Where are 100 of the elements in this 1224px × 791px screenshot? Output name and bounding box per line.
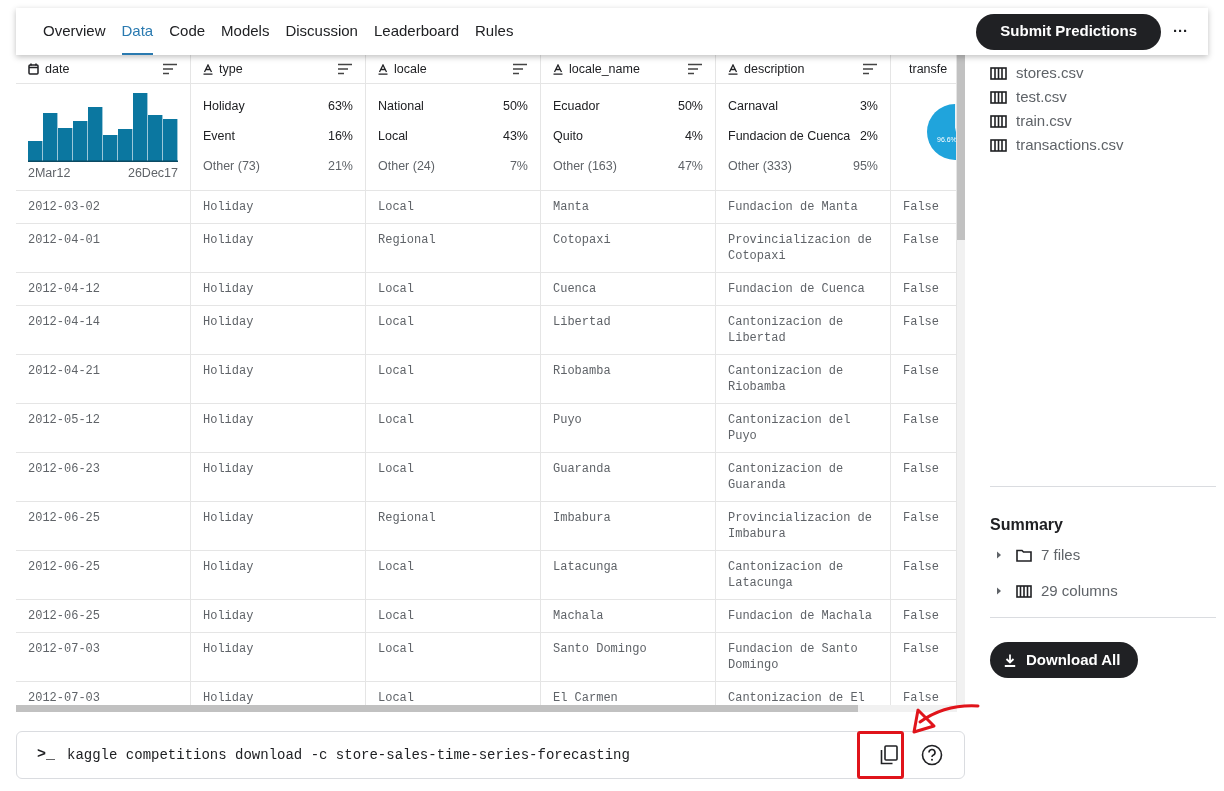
table-cell-text: Fundacion de Santo Domingo [728,641,859,673]
table-cell-text: 2012-04-21 [28,363,101,379]
table-cell-text: False [903,412,940,428]
table-cell-text: Cantonizacion de El [728,690,866,705]
download-all-button[interactable]: Download All [990,642,1139,678]
nav-tab[interactable]: Code [169,8,206,55]
table-cell-text: False [903,232,940,248]
column-header[interactable]: date [16,55,191,83]
sort-icon[interactable] [512,63,528,75]
value-share: 16% [327,128,353,144]
table-cell-text: 2012-04-01 [28,232,101,248]
table-cell-text: 2012-07-03 [28,690,101,705]
table-cell-text: Provincializacion de Cotopaxi [728,232,874,264]
text-type-icon [553,63,563,75]
table-cell-text: Local [378,461,415,477]
sort-icon[interactable] [162,63,178,75]
table-cell-text: Cantonizacion de Latacunga [728,559,845,591]
value-label: National [378,98,424,114]
value-share: 63% [327,98,353,114]
table-cell-text: Holiday [203,510,255,526]
submit-predictions-button[interactable]: Submit Predictions [976,13,1161,50]
summary-item[interactable]: 7 files [990,545,1216,565]
table-cell-text: Cotopaxi [553,232,612,248]
table-cell-text: Machala [553,608,605,624]
table-cell-text: Fundacion de Machala [728,608,874,624]
calendar-icon [28,63,39,75]
table-cell-text: Libertad [553,314,612,330]
table-cell-text: 2012-06-25 [28,559,101,575]
more-button[interactable]: ··· [1173,20,1188,43]
file-item[interactable]: train.csv [990,112,1216,130]
file-item[interactable]: stores.csv [990,64,1216,82]
value-label: Ecuador [553,98,600,114]
value-label: Other (24) [378,158,435,174]
file-item[interactable]: transactions.csv [990,136,1216,154]
command-text: kaggle competitions download -c store-sales-time-series-forecasting [67,745,631,765]
value-share: 47% [677,158,703,174]
range-end-label: 26Dec17 [127,165,178,182]
nav-tab[interactable]: Overview [43,8,106,55]
table-cell-text: Holiday [203,608,255,624]
column-header[interactable]: locale [366,55,541,83]
table-cell-text: False [903,559,940,575]
table-cell-text: Cantonizacion de Libertad [728,314,845,346]
help-icon [921,744,943,766]
file-item[interactable]: test.csv [990,88,1216,106]
value-label: Other (163) [553,158,617,174]
table-cell-text: False [903,510,940,526]
nav-tab[interactable]: Rules [475,8,514,55]
column-header[interactable]: locale_name [541,55,716,83]
sort-icon[interactable] [862,63,878,75]
table-icon [990,138,1007,152]
table-cell-text: 2012-07-03 [28,641,101,657]
table-cell-text: Cantonizacion de Riobamba [728,363,845,395]
table-cell-text: El Carmen [553,690,619,705]
table-icon [1016,584,1032,598]
sort-icon[interactable] [687,63,703,75]
table-cell-text: Holiday [203,281,255,297]
table-cell-text: Local [378,314,415,330]
table-cell-text: Holiday [203,232,255,248]
value-share: 43% [502,128,528,144]
column-header[interactable]: description [716,55,891,83]
table-cell-text: Local [378,608,415,624]
value-label: Carnaval [728,98,779,114]
summary-item[interactable]: 29 columns [990,581,1216,601]
text-type-icon [203,63,213,75]
nav-tab[interactable]: Data [121,8,154,55]
copy-icon [880,745,898,765]
table-cell-text: Riobamba [553,363,612,379]
nav-tab[interactable]: Models [221,8,270,55]
column-header[interactable]: type [191,55,366,83]
table-cell-text: 2012-06-23 [28,461,101,477]
vertical-scrollbar[interactable] [957,55,965,705]
value-label: Other (73) [203,158,260,174]
table-cell-text: 2012-04-14 [28,314,101,330]
prompt-symbol: >_ [37,744,55,765]
value-label: Quito [553,128,583,144]
table-cell-text: False [903,690,940,705]
help-button[interactable] [920,743,944,767]
table-cell-text: Fundacion de Cuenca [728,281,866,297]
table-cell-text: Local [378,363,415,379]
value-label: Local [378,128,408,144]
table-cell-text: Local [378,690,415,705]
table-cell-text: Holiday [203,559,255,575]
nav-tab[interactable]: Discussion [285,8,358,55]
table-cell-text: 2012-05-12 [28,412,101,428]
value-share: 50% [502,98,528,114]
table-cell-text: Fundacion de Manta [728,199,859,215]
horizontal-scrollbar[interactable] [16,705,957,712]
value-label: Holiday [203,98,245,114]
table-cell-text: Guaranda [553,461,612,477]
value-share: 2% [859,128,878,144]
table-cell-text: Provincializacion de Imbabura [728,510,874,542]
table-icon [990,66,1007,80]
value-share: 3% [859,98,878,114]
table-cell-text: Holiday [203,314,255,330]
table-cell-text: Holiday [203,641,255,657]
nav-tab[interactable]: Leaderboard [373,8,460,55]
table-cell-text: False [903,641,940,657]
sort-icon[interactable] [337,63,353,75]
table-cell-text: Holiday [203,412,255,428]
table-cell-text: Regional [378,232,437,248]
